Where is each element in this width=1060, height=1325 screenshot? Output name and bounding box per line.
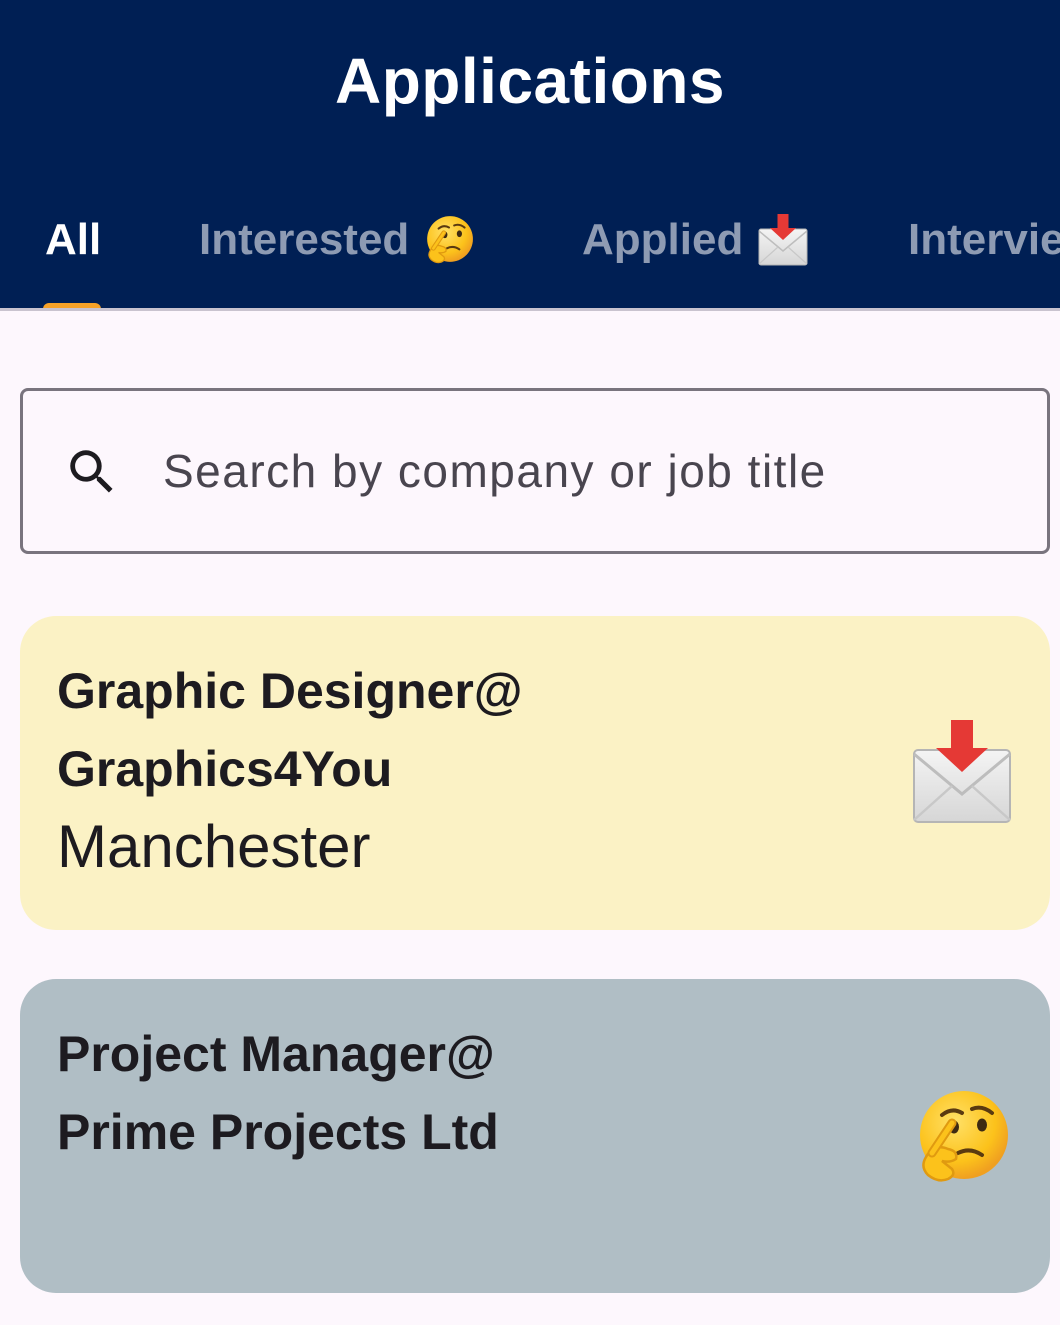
- tab-label: Intervie: [908, 215, 1060, 264]
- thinking-face-icon: [423, 214, 475, 266]
- job-title-line: Project Manager@: [57, 1026, 495, 1082]
- job-title: Graphic Designer@ Graphics4You: [57, 652, 817, 808]
- app-bar: Applications All Interested Applied Inte…: [0, 0, 1060, 310]
- tab-label: Interested: [199, 215, 410, 264]
- application-card[interactable]: Graphic Designer@ Graphics4You Mancheste…: [20, 616, 1050, 930]
- company-name: Graphics4You: [57, 741, 393, 797]
- envelope-arrow-icon: [912, 720, 1012, 824]
- envelope-arrow-icon: [757, 214, 809, 266]
- tab-bar: All Interested Applied Intervie: [0, 190, 1060, 310]
- tab-interested[interactable]: Interested: [199, 210, 475, 270]
- company-name: Prime Projects Ltd: [57, 1104, 499, 1160]
- tab-all[interactable]: All: [45, 210, 101, 270]
- job-location: Manchester: [57, 813, 371, 880]
- search-field[interactable]: [20, 388, 1050, 554]
- tab-applied[interactable]: Applied: [582, 210, 809, 270]
- divider: [0, 308, 1060, 311]
- search-icon: [70, 450, 113, 493]
- application-card[interactable]: Project Manager@ Prime Projects Ltd: [20, 979, 1050, 1293]
- page-title: Applications: [334, 45, 726, 117]
- tab-label: Applied: [582, 215, 744, 264]
- search-input[interactable]: [163, 391, 1023, 551]
- tab-label: All: [45, 215, 102, 264]
- tab-interviewing[interactable]: Intervie: [908, 210, 1060, 270]
- job-title-line: Graphic Designer@: [57, 663, 523, 719]
- job-title: Project Manager@ Prime Projects Ltd: [57, 1015, 817, 1171]
- thinking-face-icon: [912, 1085, 1012, 1189]
